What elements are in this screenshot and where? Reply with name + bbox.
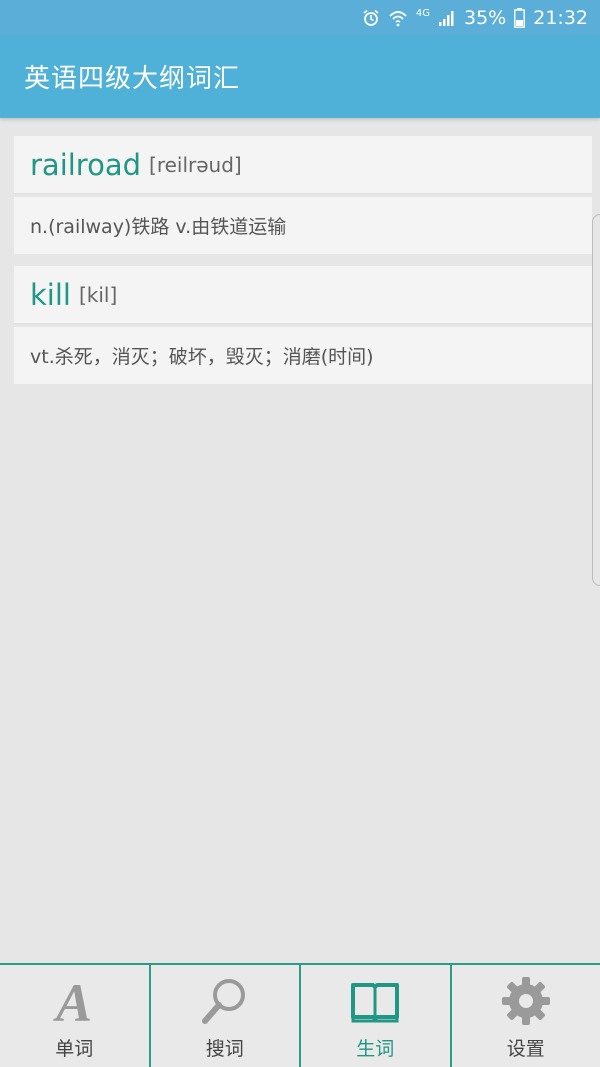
word-card[interactable]: railroad [reilrəud] n.(railway)铁路 v.由铁道运…: [14, 136, 592, 254]
word-phonetic: [reilrəud]: [149, 152, 242, 177]
word-header[interactable]: railroad [reilrəud]: [14, 136, 592, 194]
status-icons: 4G 35% 21:32: [362, 0, 588, 36]
battery-icon: [514, 8, 526, 28]
alarm-icon: [362, 9, 380, 27]
tab-settings[interactable]: 设置: [452, 965, 600, 1067]
tab-words[interactable]: A 单词: [0, 965, 151, 1067]
status-bar: 4G 35% 21:32: [0, 0, 600, 36]
word-phonetic: [kil]: [78, 282, 118, 307]
page-title: 英语四级大纲词汇: [24, 64, 241, 94]
signal-icon: [438, 9, 456, 27]
tab-label: 生词: [356, 1038, 395, 1060]
search-icon: [197, 973, 253, 1029]
word-header[interactable]: kill [kil]: [14, 266, 592, 324]
book-icon: [347, 973, 403, 1029]
app-bar: 英语四级大纲词汇: [0, 36, 600, 118]
tab-new-words[interactable]: 生词: [301, 965, 452, 1067]
word-text: railroad: [30, 147, 142, 182]
tab-label: 搜词: [205, 1038, 244, 1060]
network-label: 4G: [415, 7, 430, 19]
tab-label: 设置: [506, 1038, 545, 1060]
word-card[interactable]: kill [kil] vt.杀死，消灭；破坏，毁灭；消磨(时间): [14, 266, 592, 384]
word-text: kill: [30, 277, 71, 312]
edge-panel-handle[interactable]: [592, 214, 600, 586]
bottom-tab-bar: A 单词 搜词 生词 设置: [0, 963, 600, 1067]
tab-label: 单词: [55, 1038, 94, 1060]
battery-percent: 35%: [464, 7, 507, 29]
letter-a-icon: A: [46, 973, 102, 1029]
word-list[interactable]: railroad [reilrəud] n.(railway)铁路 v.由铁道运…: [0, 118, 600, 965]
svg-text:A: A: [53, 973, 92, 1029]
tab-search[interactable]: 搜词: [151, 965, 301, 1067]
clock: 21:32: [533, 7, 588, 29]
wifi-icon: [388, 9, 408, 27]
gear-icon: [498, 973, 554, 1029]
word-definition: n.(railway)铁路 v.由铁道运输: [14, 197, 592, 254]
word-definition: vt.杀死，消灭；破坏，毁灭；消磨(时间): [14, 327, 592, 384]
